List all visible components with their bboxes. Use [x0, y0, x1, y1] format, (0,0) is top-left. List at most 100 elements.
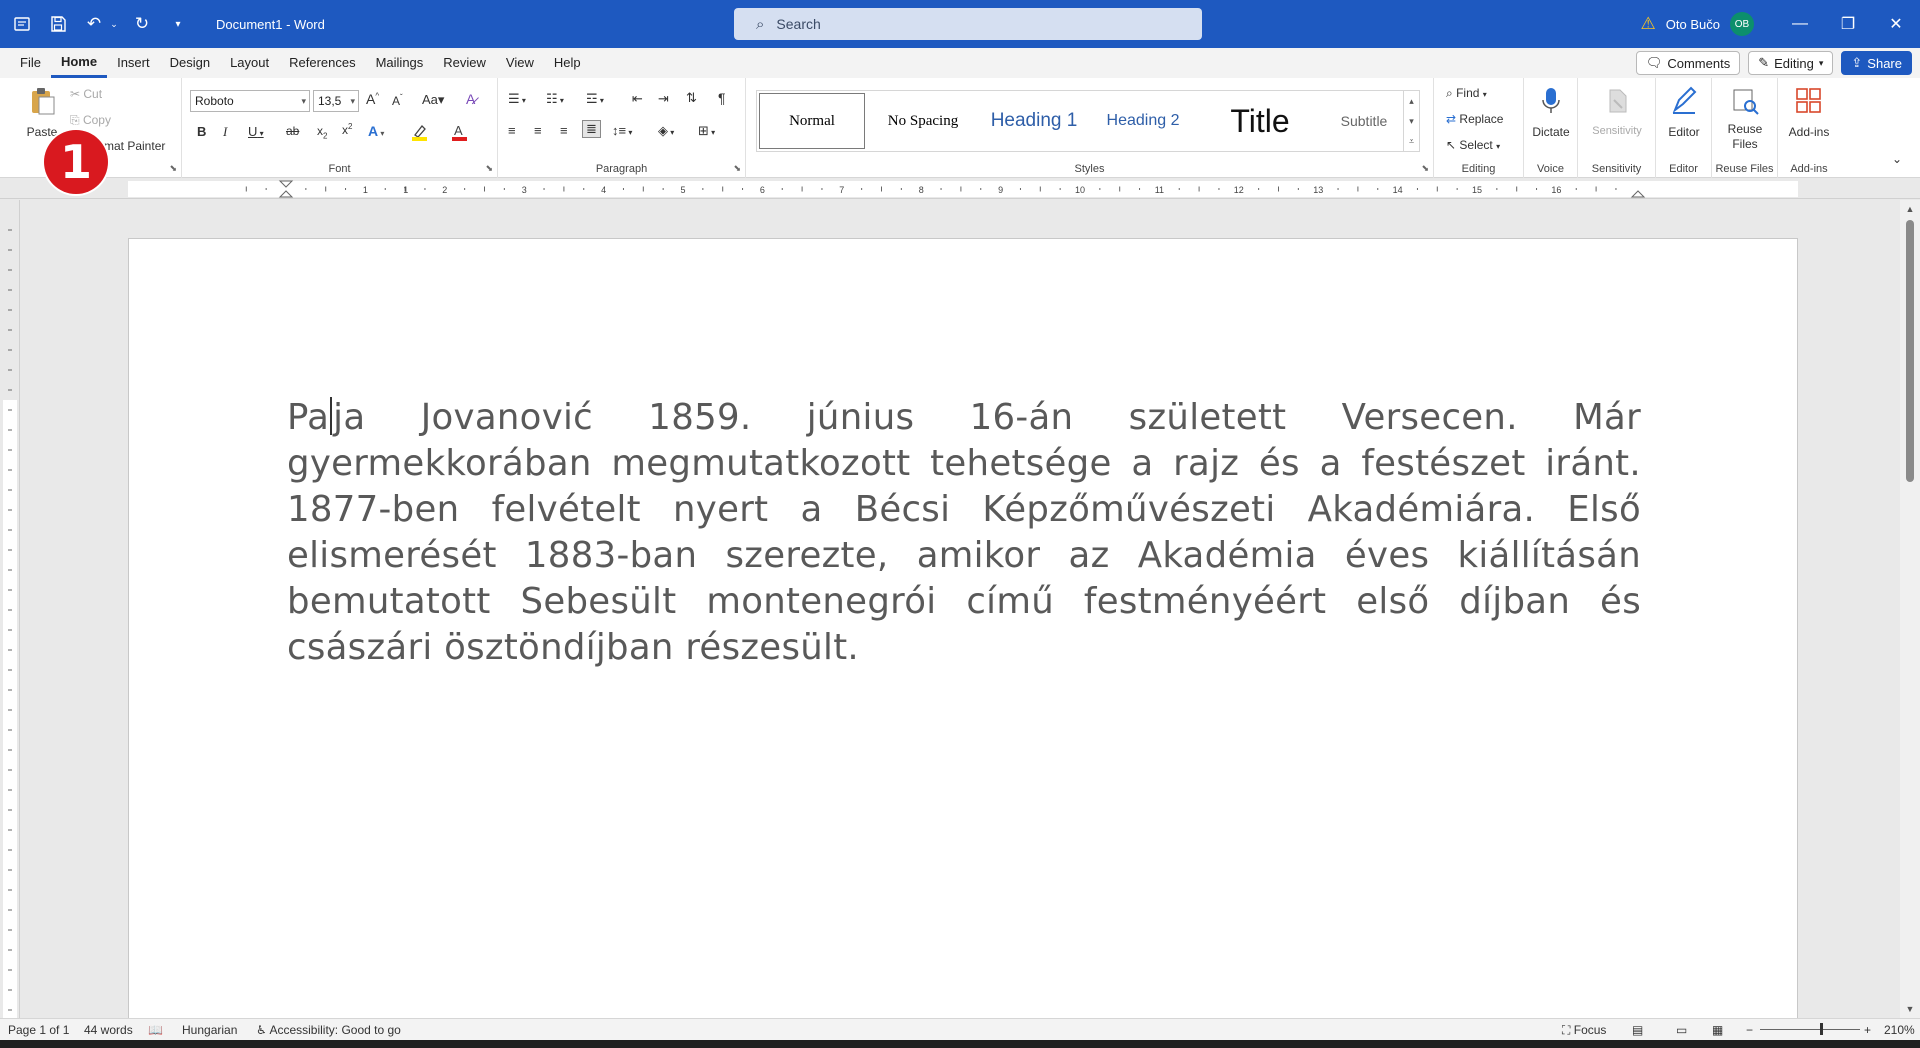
- undo-icon[interactable]: ↶: [80, 10, 108, 38]
- strikethrough-icon[interactable]: ab: [286, 124, 299, 138]
- shading-icon[interactable]: ◈ ▾: [658, 123, 674, 139]
- clipboard-launcher-icon[interactable]: ⬊: [169, 163, 177, 174]
- underline-icon[interactable]: U ▾: [248, 124, 264, 139]
- zoom-in-icon[interactable]: +: [1864, 1023, 1871, 1037]
- tab-mailings[interactable]: Mailings: [366, 48, 434, 78]
- tab-insert[interactable]: Insert: [107, 48, 160, 78]
- sort-icon[interactable]: ⇅: [686, 90, 697, 106]
- customize-toolbar-icon[interactable]: ▾: [164, 10, 192, 38]
- scroll-up-icon[interactable]: ▲: [1900, 204, 1920, 214]
- redo-icon[interactable]: ↻: [128, 10, 156, 38]
- select-button[interactable]: ↖ Select ▾: [1446, 138, 1500, 152]
- tab-references[interactable]: References: [279, 48, 365, 78]
- gallery-more-icon[interactable]: ⩡: [1404, 131, 1419, 151]
- tab-view[interactable]: View: [496, 48, 544, 78]
- user-name[interactable]: Oto Bučo: [1666, 17, 1720, 32]
- search-box[interactable]: ⌕ Search: [734, 8, 1202, 40]
- restore-icon[interactable]: ❐: [1824, 0, 1872, 48]
- decrease-indent-icon[interactable]: ⇤: [632, 91, 643, 107]
- bold-icon[interactable]: B: [197, 124, 206, 139]
- save-icon[interactable]: [44, 10, 72, 38]
- zoom-slider[interactable]: [1760, 1029, 1860, 1030]
- styles-launcher-icon[interactable]: ⬊: [1421, 163, 1429, 174]
- avatar[interactable]: OB: [1730, 12, 1754, 36]
- align-right-icon[interactable]: ≡: [560, 123, 568, 138]
- proofing-icon[interactable]: 📖: [148, 1023, 163, 1037]
- format-painter-button[interactable]: mat Painter: [104, 139, 165, 153]
- comments-button[interactable]: 🗨 Comments: [1635, 51, 1741, 75]
- share-button[interactable]: ⇪ Share: [1841, 51, 1912, 75]
- borders-icon[interactable]: ⊞ ▾: [698, 123, 715, 139]
- scrollbar-thumb[interactable]: [1906, 220, 1914, 482]
- align-left-icon[interactable]: ≡: [508, 123, 516, 138]
- editor-button[interactable]: Editor: [1660, 86, 1708, 139]
- zoom-slider-thumb[interactable]: [1820, 1023, 1823, 1035]
- accessibility-status[interactable]: ♿ Accessibility: Good to go: [256, 1023, 401, 1037]
- warning-icon[interactable]: ⚠: [1641, 14, 1656, 34]
- copy-button[interactable]: ⎘ Copy: [70, 113, 111, 128]
- scroll-down-icon[interactable]: ▼: [1900, 1004, 1920, 1014]
- horizontal-ruler[interactable]: 1 1 2 3 4 5 6 7 8 9 10 11 12 13 14 15 16: [0, 179, 1920, 199]
- read-mode-icon[interactable]: ▤: [1632, 1023, 1643, 1037]
- zoom-out-icon[interactable]: −: [1746, 1023, 1753, 1037]
- web-layout-icon[interactable]: ▦: [1712, 1023, 1723, 1037]
- italic-icon[interactable]: I: [223, 124, 227, 140]
- sensitivity-button[interactable]: Sensitivity: [1582, 86, 1652, 137]
- undo-dropdown-icon[interactable]: ⌄: [108, 10, 120, 38]
- clear-formatting-icon[interactable]: A̷: [466, 91, 475, 107]
- close-icon[interactable]: ✕: [1872, 0, 1920, 48]
- editing-mode-button[interactable]: ✎ Editing ▾: [1748, 51, 1834, 75]
- text-effects-icon[interactable]: A ▾: [368, 123, 384, 139]
- numbering-icon[interactable]: ☷ ▾: [546, 91, 564, 107]
- reuse-files-button[interactable]: Reuse Files: [1716, 86, 1774, 152]
- autosave-icon[interactable]: [8, 10, 36, 38]
- tab-home[interactable]: Home: [50, 48, 108, 78]
- highlight-icon[interactable]: [410, 122, 430, 145]
- font-size-box[interactable]: 13,5 ▾: [313, 90, 359, 112]
- style-heading-1[interactable]: Heading 1: [979, 93, 1089, 149]
- justify-icon[interactable]: ≣: [582, 120, 601, 138]
- tab-review[interactable]: Review: [433, 48, 496, 78]
- document-paragraph[interactable]: Pa ja Jovanović 1859. június 16-án szület…: [287, 395, 1641, 671]
- find-button[interactable]: ⌕ Find ▾: [1446, 86, 1487, 101]
- paragraph-launcher-icon[interactable]: ⬊: [733, 163, 741, 174]
- page-count[interactable]: Page 1 of 1: [8, 1023, 69, 1037]
- style-subtitle[interactable]: Subtitle: [1327, 93, 1401, 149]
- zoom-level[interactable]: 210%: [1884, 1023, 1915, 1037]
- font-color-icon[interactable]: A: [450, 122, 470, 145]
- increase-indent-icon[interactable]: ⇥: [658, 91, 669, 107]
- language[interactable]: Hungarian: [182, 1023, 237, 1037]
- subscript-icon[interactable]: x2: [317, 124, 327, 140]
- addins-button[interactable]: Add-ins: [1782, 86, 1836, 139]
- show-formatting-icon[interactable]: ¶: [718, 90, 726, 106]
- focus-button[interactable]: ⛶ Focus: [1562, 1023, 1606, 1038]
- word-count[interactable]: 44 words: [84, 1023, 133, 1037]
- chevron-down-icon[interactable]: ▾: [1404, 111, 1419, 131]
- style-heading-2[interactable]: Heading 2: [1093, 93, 1193, 149]
- line-spacing-icon[interactable]: ↕≡ ▾: [612, 123, 632, 138]
- font-launcher-icon[interactable]: ⬊: [485, 163, 493, 174]
- styles-gallery-scroll[interactable]: ▴ ▾ ⩡: [1403, 91, 1419, 151]
- chevron-up-icon[interactable]: ▴: [1404, 91, 1419, 111]
- vertical-ruler[interactable]: [0, 200, 20, 1018]
- align-center-icon[interactable]: ≡: [534, 123, 542, 138]
- grow-font-icon[interactable]: A^: [366, 91, 379, 107]
- tab-layout[interactable]: Layout: [220, 48, 279, 78]
- paste-button[interactable]: Paste: [20, 86, 64, 139]
- shrink-font-icon[interactable]: Aˇ: [392, 93, 403, 108]
- print-layout-icon[interactable]: ▭: [1676, 1023, 1687, 1037]
- dictate-button[interactable]: Dictate: [1528, 86, 1574, 139]
- vertical-scrollbar[interactable]: ▲ ▼: [1900, 200, 1920, 1018]
- cut-button[interactable]: ✂ Cut: [70, 87, 102, 101]
- style-title[interactable]: Title: [1197, 93, 1323, 149]
- style-normal[interactable]: Normal: [759, 93, 865, 149]
- tab-help[interactable]: Help: [544, 48, 591, 78]
- style-no-spacing[interactable]: No Spacing: [871, 93, 975, 149]
- collapse-ribbon-icon[interactable]: ⌄: [1892, 152, 1902, 166]
- document-page[interactable]: Pa ja Jovanović 1859. június 16-án szület…: [128, 238, 1798, 1018]
- minimize-icon[interactable]: —: [1776, 0, 1824, 48]
- superscript-icon[interactable]: x2: [342, 122, 352, 137]
- replace-button[interactable]: ⇄ Replace: [1446, 112, 1503, 126]
- tab-file[interactable]: File: [10, 48, 51, 78]
- font-name-box[interactable]: Roboto ▾: [190, 90, 310, 112]
